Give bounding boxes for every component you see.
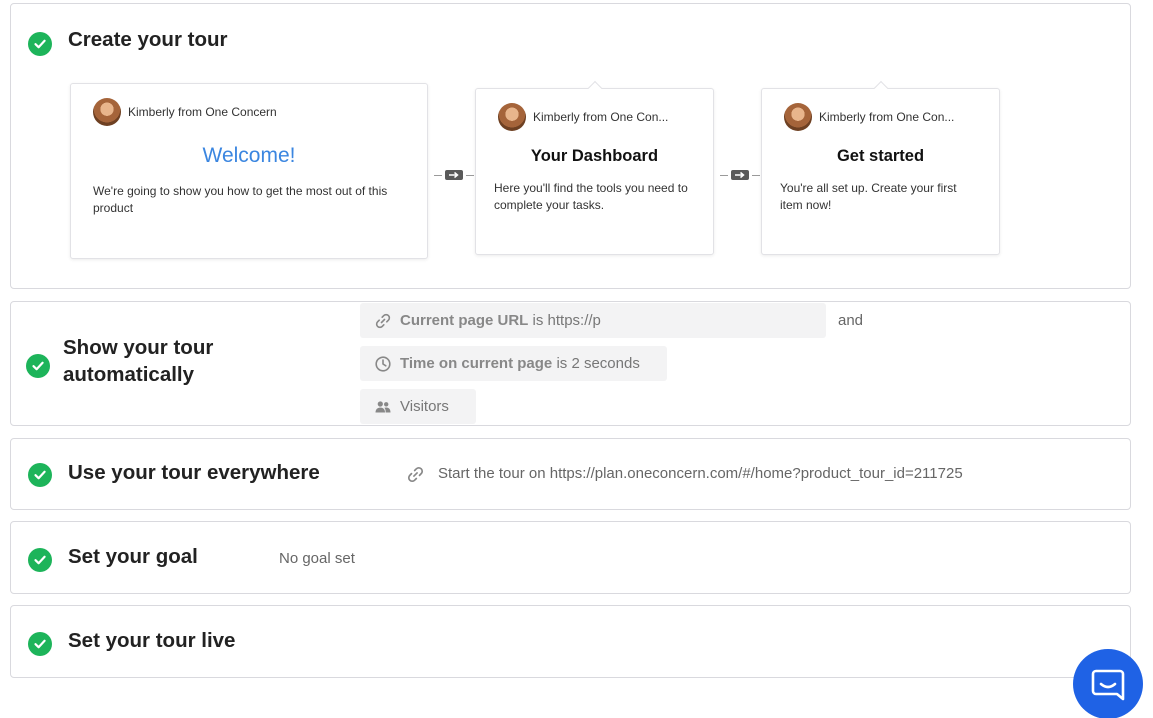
avatar: [784, 103, 812, 131]
use-everywhere-section[interactable]: Use your tour everywhere Start the tour …: [10, 438, 1131, 510]
check-icon: [26, 354, 50, 378]
rule-value: 2 seconds: [571, 355, 640, 372]
link-icon: [375, 313, 391, 328]
rule-label: Time on current page: [400, 355, 553, 372]
card-author: Kimberly from One Concern: [93, 98, 277, 126]
rule-value: https://p: [547, 312, 601, 329]
author-name: Kimberly from One Concern: [128, 105, 277, 119]
rule-operator: is: [556, 355, 568, 372]
goal-status: No goal set: [279, 550, 355, 567]
section-title: Create your tour: [68, 28, 228, 51]
set-goal-section[interactable]: Set your goal No goal set: [10, 521, 1131, 594]
card-heading: Get started: [836, 147, 925, 165]
avatar: [498, 103, 526, 131]
tour-step-card[interactable]: Kimberly from One Con... Get started You…: [761, 80, 1000, 255]
check-icon: [28, 548, 52, 572]
show-automatically-section[interactable]: Show your tour automatically Current pag…: [10, 301, 1131, 426]
tour-step-card[interactable]: Kimberly from One Concern Welcome! We're…: [70, 83, 428, 259]
section-title: Set your goal: [68, 545, 198, 568]
card-heading: Your Dashboard: [530, 147, 659, 165]
rule-label: Visitors: [400, 398, 449, 415]
messenger-launcher-button[interactable]: [1073, 649, 1143, 718]
author-name: Kimberly from One Con...: [533, 110, 669, 124]
messenger-icon: [1091, 669, 1125, 701]
author-name: Kimberly from One Con...: [819, 110, 955, 124]
step-connector: [434, 170, 474, 180]
check-icon: [28, 463, 52, 487]
card-body: Here you'll find the tools you need to c…: [494, 181, 688, 212]
rule-visitors[interactable]: Visitors: [360, 389, 476, 424]
rule-operator: is: [532, 312, 544, 329]
card-heading: Welcome!: [202, 144, 296, 167]
card-body: We're going to show you how to get the m…: [93, 184, 388, 215]
rule-label: Current page URL: [400, 312, 529, 329]
clock-icon: [375, 355, 391, 372]
section-title: Use your tour everywhere: [68, 461, 320, 484]
check-icon: [28, 32, 52, 56]
card-author: Kimberly from One Con...: [784, 103, 954, 131]
rule-current-page-url[interactable]: Current page URL is https://p: [360, 303, 826, 338]
tour-step-card[interactable]: Kimberly from One Con... Your Dashboard …: [475, 80, 714, 255]
create-tour-section[interactable]: Create your tour Kimberly from One Conce…: [10, 3, 1131, 289]
avatar: [93, 98, 121, 126]
arrow-right-icon: [731, 170, 749, 180]
step-connector: [720, 170, 760, 180]
arrow-right-icon: [445, 170, 463, 180]
card-body: You're all set up. Create your first ite…: [780, 181, 957, 212]
rule-joiner: and: [838, 312, 864, 329]
rule-time-on-page[interactable]: Time on current page is 2 seconds: [360, 346, 667, 381]
card-author: Kimberly from One Con...: [498, 103, 668, 131]
check-icon: [28, 632, 52, 656]
section-title: Show your tour automatically: [63, 336, 214, 386]
tour-start-url: Start the tour on https://plan.oneconcer…: [438, 465, 963, 482]
set-live-section[interactable]: Set your tour live: [10, 605, 1131, 678]
section-title: Set your tour live: [68, 629, 236, 652]
link-icon: [407, 466, 424, 483]
people-icon: [375, 400, 391, 412]
